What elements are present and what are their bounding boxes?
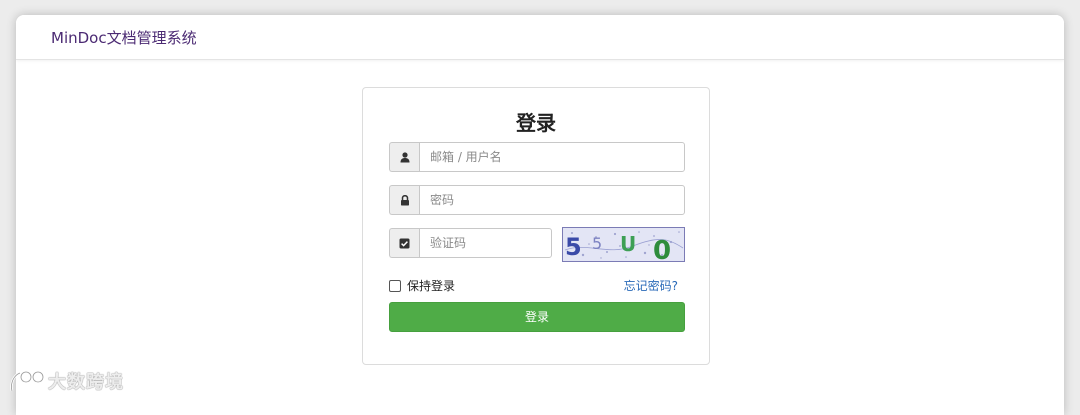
account-input[interactable]	[419, 142, 685, 172]
brand-link[interactable]: MinDoc文档管理系统	[51, 27, 197, 48]
login-title: 登录	[516, 111, 556, 135]
account-input-group	[389, 142, 685, 172]
check-square-icon	[389, 228, 419, 258]
checkbox-box[interactable]	[389, 279, 401, 292]
user-icon	[389, 142, 419, 172]
browser-page: MinDoc文档管理系统 登录 邮箱 / 用户名 密码 验证码 5 5 U 0 …	[16, 15, 1064, 415]
remember-me-label: 保持登录	[407, 279, 456, 293]
login-panel: 登录 邮箱 / 用户名 密码 验证码 5 5 U 0 保持登录 忘记密码? 登录	[362, 87, 710, 365]
watermark: 大数跨境	[8, 368, 124, 394]
captcha-input[interactable]	[419, 228, 552, 258]
captcha-image[interactable]: 5 5 U 0	[562, 227, 685, 266]
password-input[interactable]	[419, 185, 685, 215]
svg-text:5: 5	[592, 234, 602, 253]
forgot-password-link[interactable]: 忘记密码?	[624, 277, 678, 294]
svg-text:U: U	[620, 232, 636, 256]
login-button[interactable]: 登录	[389, 302, 685, 332]
password-input-group	[389, 185, 685, 215]
remember-me-checkbox[interactable]: 保持登录	[389, 277, 455, 294]
svg-text:0: 0	[653, 236, 671, 261]
lock-icon	[389, 185, 419, 215]
svg-text:5: 5	[565, 233, 582, 261]
watermark-text: 大数跨境	[48, 372, 124, 393]
captcha-input-group	[389, 228, 552, 258]
watermark-logo-icon	[10, 370, 45, 392]
top-navbar: MinDoc文档管理系统	[16, 15, 1064, 60]
